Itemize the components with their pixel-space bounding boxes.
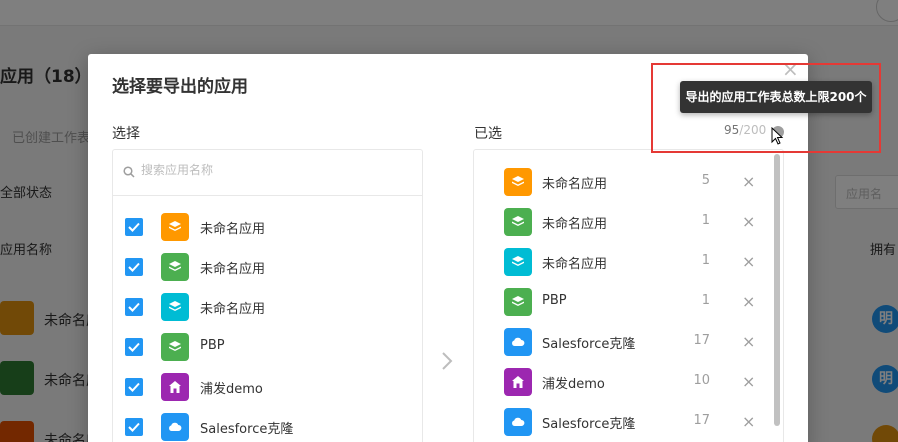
list-item: 浦发demo 10 × <box>474 362 774 402</box>
highlight-annotation <box>651 63 881 153</box>
remove-icon[interactable]: × <box>742 332 755 351</box>
cloud-icon <box>161 413 189 441</box>
list-item[interactable]: Salesforce克隆 <box>113 407 422 442</box>
app-name: 浦发demo <box>200 382 263 397</box>
selected-section-label: 已选 <box>474 126 502 142</box>
list-item: Salesforce克隆 17 × <box>474 402 774 442</box>
available-apps-panel: 未命名应用 未命名应用 未命名应用 PBP 浦发demo Salesforce克… <box>112 149 423 442</box>
app-name: 浦发demo <box>542 377 605 392</box>
list-item: 未命名应用 1 × <box>474 242 774 282</box>
remove-icon[interactable]: × <box>742 372 755 391</box>
layers-icon <box>161 253 189 281</box>
list-item[interactable]: PBP <box>113 327 422 367</box>
sheet-count: 10 <box>693 373 710 388</box>
chevron-right-icon[interactable] <box>441 351 453 371</box>
sheet-count: 1 <box>701 213 710 228</box>
app-name: Salesforce克隆 <box>200 422 294 437</box>
checkbox[interactable] <box>125 378 143 396</box>
list-item: 未命名应用 5 × <box>474 162 774 202</box>
app-name: 未命名应用 <box>542 257 608 272</box>
selected-apps-panel: 未命名应用 5 × 未命名应用 1 × 未命名应用 1 × PBP 1 × Sa… <box>473 149 784 442</box>
dialog-title: 选择要导出的应用 <box>112 77 248 97</box>
remove-icon[interactable]: × <box>742 212 755 231</box>
layers-icon <box>161 333 189 361</box>
app-search-box <box>113 150 422 196</box>
list-item[interactable]: 未命名应用 <box>113 207 422 247</box>
remove-icon[interactable]: × <box>742 172 755 191</box>
list-item: PBP 1 × <box>474 282 774 322</box>
app-name: PBP <box>542 293 567 308</box>
layers-icon <box>161 213 189 241</box>
checkbox[interactable] <box>125 298 143 316</box>
layers-icon <box>504 208 532 236</box>
select-section-label: 选择 <box>112 126 140 142</box>
remove-icon[interactable]: × <box>742 252 755 271</box>
list-item[interactable]: 浦发demo <box>113 367 422 407</box>
sheet-count: 17 <box>693 333 710 348</box>
list-item: Salesforce克隆 17 × <box>474 322 774 362</box>
layers-icon <box>504 168 532 196</box>
home-icon <box>504 368 532 396</box>
layers-icon <box>161 293 189 321</box>
checkbox[interactable] <box>125 218 143 236</box>
app-name: 未命名应用 <box>542 177 608 192</box>
sheet-count: 5 <box>701 173 710 188</box>
layers-icon <box>504 248 532 276</box>
checkbox[interactable] <box>125 258 143 276</box>
search-icon <box>123 166 135 178</box>
list-item[interactable]: 未命名应用 <box>113 247 422 287</box>
home-icon <box>161 373 189 401</box>
cloud-icon <box>504 408 532 436</box>
layers-icon <box>504 288 532 316</box>
app-name: 未命名应用 <box>200 302 266 317</box>
app-name: 未命名应用 <box>542 217 608 232</box>
remove-icon[interactable]: × <box>742 292 755 311</box>
list-item: 未命名应用 1 × <box>474 202 774 242</box>
sheet-count: 1 <box>701 293 710 308</box>
checkbox[interactable] <box>125 338 143 356</box>
app-name: PBP <box>200 338 225 353</box>
remove-icon[interactable]: × <box>742 412 755 431</box>
app-name: 未命名应用 <box>200 222 266 237</box>
scrollbar[interactable] <box>774 154 780 426</box>
sheet-count: 1 <box>701 253 710 268</box>
app-name: Salesforce克隆 <box>542 417 636 432</box>
app-name: 未命名应用 <box>200 262 266 277</box>
checkbox[interactable] <box>125 418 143 436</box>
list-item[interactable]: 未命名应用 <box>113 287 422 327</box>
app-name: Salesforce克隆 <box>542 337 636 352</box>
cloud-icon <box>504 328 532 356</box>
sheet-count: 17 <box>693 413 710 428</box>
app-search-input[interactable] <box>141 163 401 177</box>
